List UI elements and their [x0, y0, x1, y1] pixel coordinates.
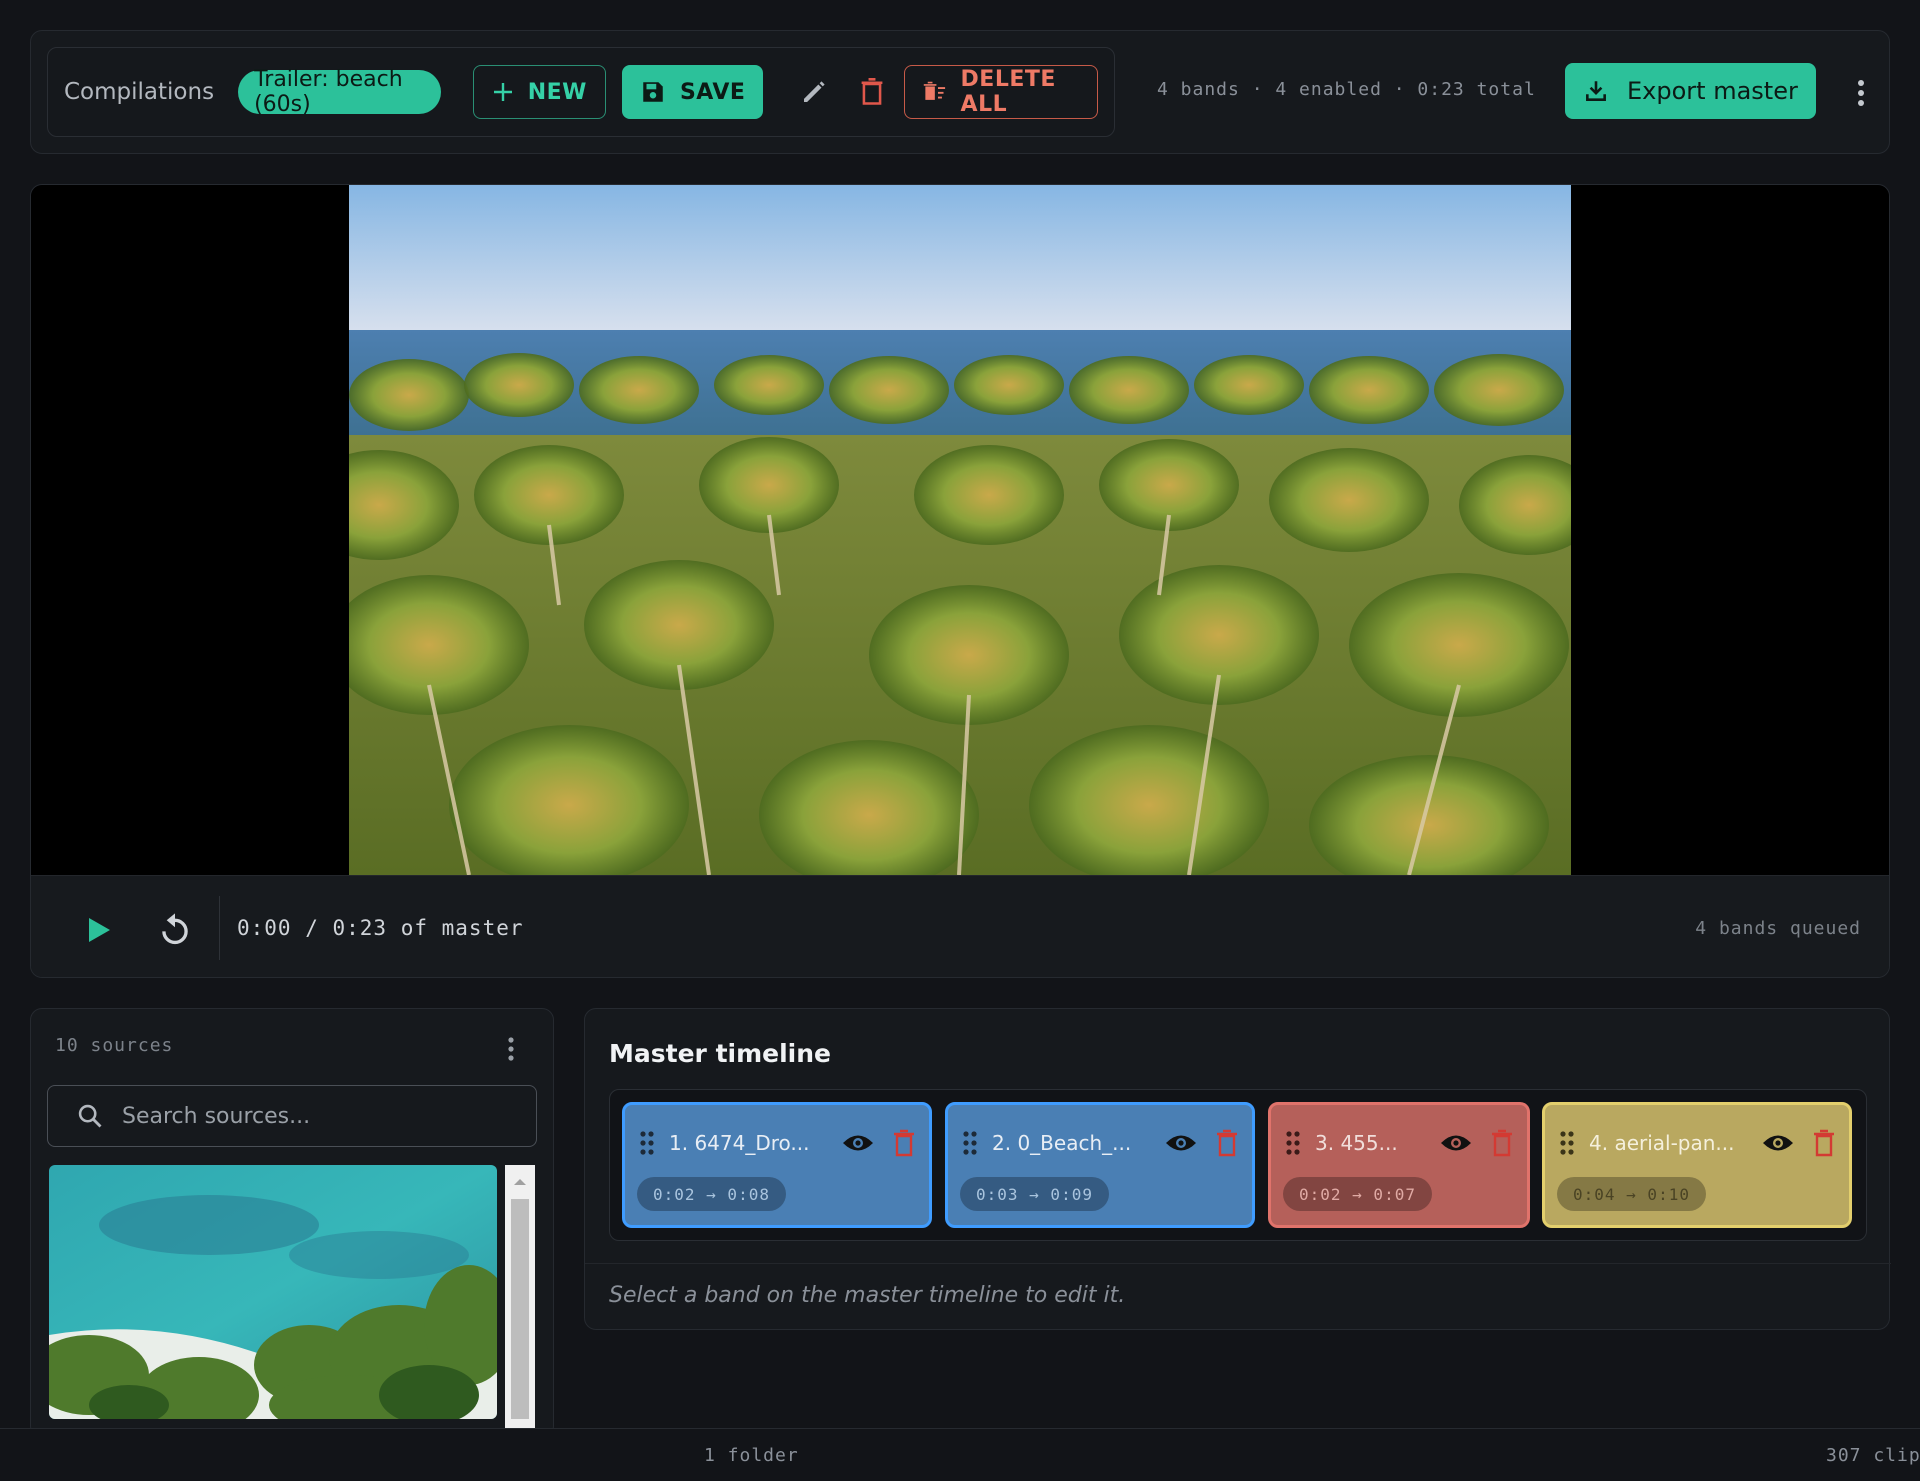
new-compilation-button[interactable]: NEW	[472, 65, 606, 119]
trash-icon	[1492, 1129, 1512, 1157]
timeline-band[interactable]: 4. aerial-pan... 0:04 → 0:10	[1542, 1102, 1852, 1228]
video-preview-image	[349, 185, 1571, 875]
eye-icon	[843, 1135, 873, 1151]
plus-icon	[493, 83, 512, 101]
drag-handle-icon[interactable]	[1559, 1130, 1575, 1156]
toggle-visibility-button[interactable]	[841, 1132, 875, 1154]
drag-handle-icon[interactable]	[1285, 1130, 1301, 1156]
eye-icon	[1166, 1135, 1196, 1151]
pencil-icon	[803, 81, 825, 102]
folder-count: 1 folder	[704, 1445, 799, 1466]
search-placeholder: Search sources...	[122, 1103, 311, 1129]
controls-divider	[219, 896, 220, 960]
sources-scrollbar[interactable]	[505, 1165, 535, 1437]
kebab-menu-icon	[1858, 80, 1864, 106]
source-thumbnail[interactable]	[49, 1165, 497, 1419]
download-icon	[1586, 81, 1606, 101]
source-thumbnail-image	[49, 1165, 497, 1419]
trash-icon	[894, 1129, 914, 1157]
band-time-range: 0:02 → 0:07	[1283, 1177, 1432, 1211]
delete-band-button[interactable]	[1216, 1129, 1238, 1157]
delete-compilation-button[interactable]	[848, 65, 896, 119]
band-time-range: 0:02 → 0:08	[637, 1177, 786, 1211]
trash-icon	[1814, 1129, 1834, 1157]
band-time-range: 0:03 → 0:09	[960, 1177, 1109, 1211]
delete-band-button[interactable]	[1813, 1129, 1835, 1157]
timeline-band[interactable]: 2. 0_Beach_... 0:03 → 0:09	[945, 1102, 1255, 1228]
compilations-label: Compilations	[64, 79, 215, 105]
top-toolbar: Compilations Trailer: beach (60s) NEW SA…	[30, 30, 1890, 154]
eye-icon	[1441, 1135, 1471, 1151]
timeline-divider	[585, 1263, 1891, 1264]
scrollbar-thumb[interactable]	[511, 1199, 529, 1419]
toggle-visibility-button[interactable]	[1164, 1132, 1198, 1154]
band-header: 2. 0_Beach_...	[962, 1123, 1238, 1163]
timeline-band[interactable]: 3. 455... 0:02 → 0:07	[1268, 1102, 1530, 1228]
delete-band-button[interactable]	[893, 1129, 915, 1157]
timeline-hint: Select a band on the master timeline to …	[609, 1283, 1126, 1308]
floppy-disk-icon	[643, 82, 663, 102]
compilation-controls: Compilations Trailer: beach (60s) NEW SA…	[47, 47, 1115, 137]
playback-time: 0:00 / 0:23 of master	[237, 916, 524, 940]
export-label: Export master	[1627, 77, 1798, 105]
active-compilation-chip[interactable]: Trailer: beach (60s)	[238, 67, 441, 117]
sources-count: 10 sources	[55, 1035, 174, 1056]
save-button-label: SAVE	[679, 79, 746, 105]
sources-menu-button[interactable]	[493, 1029, 529, 1069]
toggle-visibility-button[interactable]	[1761, 1132, 1795, 1154]
save-button[interactable]: SAVE	[621, 65, 764, 119]
delete-all-label: DELETE ALL	[960, 67, 1056, 117]
drag-handle-icon[interactable]	[639, 1130, 655, 1156]
preview-player: 0:00 / 0:23 of master 4 bands queued	[30, 184, 1890, 978]
status-bar: 1 folder 307 clip	[0, 1428, 1920, 1481]
band-header: 3. 455...	[1285, 1123, 1513, 1163]
trash-icon	[861, 78, 883, 105]
timeline-track: 1. 6474_Dro... 0:02 → 0:08 2. 0_Beach_..…	[609, 1089, 1867, 1241]
new-button-label: NEW	[527, 79, 587, 105]
band-header: 1. 6474_Dro...	[639, 1123, 915, 1163]
search-icon	[78, 1104, 102, 1128]
compilation-stats: 4 bands · 4 enabled · 0:23 total	[1157, 79, 1536, 100]
delete-sweep-icon	[923, 81, 945, 100]
bands-queued-status: 4 bands queued	[1695, 918, 1861, 939]
sources-panel: 10 sources Search sources...	[30, 1008, 554, 1438]
video-frame[interactable]	[349, 185, 1571, 875]
export-master-button[interactable]: Export master	[1565, 63, 1816, 119]
band-label: 4. aerial-pan...	[1589, 1131, 1735, 1155]
timeline-title: Master timeline	[609, 1039, 831, 1068]
scroll-up-arrow-icon	[514, 1179, 526, 1185]
play-icon	[89, 918, 110, 942]
more-options-button[interactable]	[1841, 71, 1881, 115]
kebab-menu-icon	[508, 1037, 514, 1061]
band-header: 4. aerial-pan...	[1559, 1123, 1835, 1163]
replay-icon	[162, 913, 188, 945]
rename-button[interactable]	[789, 65, 837, 119]
band-time-range: 0:04 → 0:10	[1557, 1177, 1706, 1211]
toggle-visibility-button[interactable]	[1439, 1132, 1473, 1154]
clip-count: 307 clip	[1826, 1445, 1920, 1466]
eye-icon	[1763, 1135, 1793, 1151]
drag-handle-icon[interactable]	[962, 1130, 978, 1156]
band-label: 3. 455...	[1315, 1131, 1398, 1155]
band-label: 2. 0_Beach_...	[992, 1131, 1132, 1155]
video-viewport[interactable]	[31, 185, 1889, 875]
master-timeline-panel: Master timeline 1. 6474_Dro... 0:02 → 0:…	[584, 1008, 1891, 1330]
restart-button[interactable]	[151, 906, 199, 954]
search-sources-input[interactable]: Search sources...	[47, 1085, 537, 1147]
delete-band-button[interactable]	[1491, 1129, 1513, 1157]
play-button[interactable]	[75, 906, 123, 954]
band-label: 1. 6474_Dro...	[669, 1131, 810, 1155]
trash-icon	[1217, 1129, 1237, 1157]
playback-controls: 0:00 / 0:23 of master 4 bands queued	[31, 875, 1889, 977]
delete-all-button[interactable]: DELETE ALL	[903, 65, 1098, 119]
timeline-band[interactable]: 1. 6474_Dro... 0:02 → 0:08	[622, 1102, 932, 1228]
